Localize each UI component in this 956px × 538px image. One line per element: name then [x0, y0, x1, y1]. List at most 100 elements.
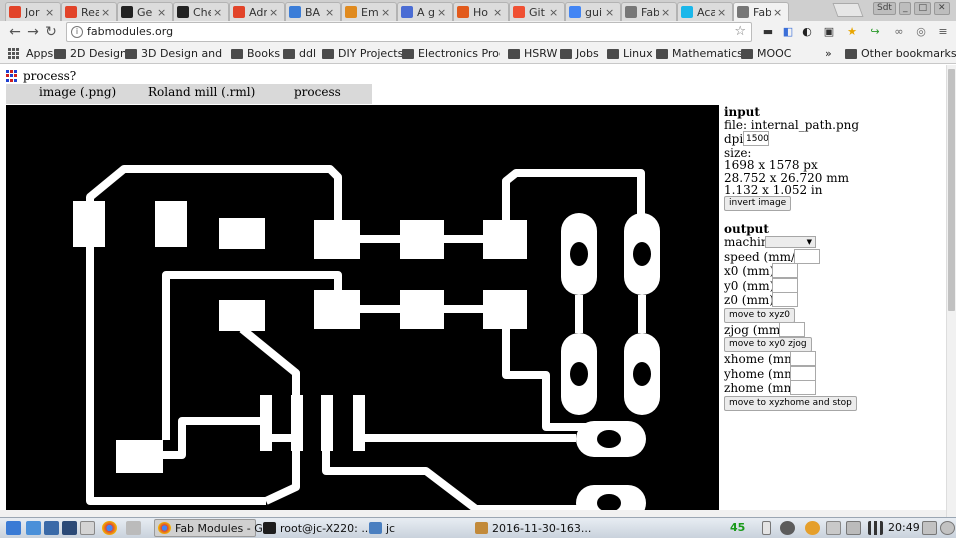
tab-close-icon[interactable]: × — [45, 6, 54, 19]
wifi-signal-icon[interactable] — [868, 521, 883, 535]
close-window-icon[interactable]: ✕ — [933, 2, 950, 15]
power-icon[interactable] — [846, 521, 861, 535]
browser-tab[interactable]: Ho × — [453, 2, 509, 21]
bookmark-folder[interactable]: MOOC — [741, 46, 792, 61]
zhome-input[interactable] — [790, 380, 816, 395]
menu-image-png[interactable]: image (.png) — [39, 85, 116, 99]
bookmark-folder[interactable]: DIY Projects — [322, 46, 403, 61]
extension-square-icon[interactable]: ▣ — [822, 25, 836, 39]
task-folder[interactable]: jc — [366, 519, 468, 537]
z0-input[interactable] — [772, 292, 798, 307]
network-manager-icon[interactable] — [780, 521, 795, 535]
bookmark-folder[interactable]: 3D Design and 3C — [125, 46, 223, 61]
menu-icon[interactable]: ≡ — [936, 25, 950, 39]
move-to-xyz0-button[interactable]: move to xyz0 — [724, 308, 795, 323]
file-manager-icon[interactable] — [26, 521, 41, 535]
text-editor-icon[interactable] — [80, 521, 95, 535]
tab-close-icon[interactable]: × — [157, 6, 166, 19]
bookmark-star-icon[interactable]: ☆ — [734, 24, 746, 39]
move-to-xy0-zjog-button[interactable]: move to xy0 zjog — [724, 337, 812, 352]
page-title[interactable]: process? — [23, 69, 76, 83]
invert-image-button[interactable]: invert image — [724, 196, 792, 211]
tab-close-icon[interactable]: × — [605, 6, 614, 19]
address-bar[interactable]: i fabmodules.org ☆ — [66, 22, 752, 42]
back-icon[interactable]: ← — [6, 23, 24, 41]
minimize-icon[interactable]: _ — [898, 2, 912, 15]
tab-close-icon[interactable]: × — [661, 6, 670, 19]
bookmark-folder[interactable]: HSRW — [508, 46, 557, 61]
zjog-input[interactable] — [779, 322, 805, 337]
extension-hat-icon[interactable]: ▬ — [761, 25, 775, 39]
bookmark-folder[interactable]: 2D Design — [54, 46, 127, 61]
tab-close-icon[interactable]: × — [269, 6, 278, 19]
task-terminal[interactable]: root@jc-X220: ... — [260, 519, 372, 537]
forward-icon[interactable]: → — [24, 23, 42, 41]
x0-input[interactable] — [772, 263, 798, 278]
browser-tab[interactable]: Rea × — [61, 2, 117, 21]
globe-extension-icon[interactable]: ◎ — [914, 25, 928, 39]
files-icon[interactable] — [44, 521, 59, 535]
terminal-launcher-icon[interactable] — [62, 521, 77, 535]
speed-input[interactable] — [794, 249, 820, 264]
bookmark-folder[interactable]: Linux — [607, 46, 653, 61]
update-icon[interactable] — [805, 521, 820, 535]
browser-tab[interactable]: BA × — [285, 2, 341, 21]
link-extension-icon[interactable]: ∞ — [892, 25, 906, 39]
star-extension-icon[interactable]: ★ — [845, 25, 859, 39]
menu-roland-mill[interactable]: Roland mill (.rml) — [148, 85, 255, 99]
browser-tab[interactable]: Fab × — [733, 2, 789, 21]
tab-close-icon[interactable]: × — [325, 6, 334, 19]
browser-tab[interactable]: Fab × — [621, 2, 677, 21]
y0-input[interactable] — [772, 278, 798, 293]
bookmark-other[interactable]: Other bookmarks — [845, 46, 956, 61]
url-text[interactable]: fabmodules.org — [87, 25, 173, 38]
monitor-icon[interactable] — [826, 521, 841, 535]
dpi-input[interactable] — [743, 131, 769, 146]
task-image[interactable]: 2016-11-30-163... — [472, 519, 591, 537]
translate-icon[interactable]: ◧ — [781, 25, 795, 39]
browser-tab[interactable]: Git × — [509, 2, 565, 21]
clock[interactable]: 20:49 — [888, 521, 920, 534]
new-tab-button[interactable] — [832, 3, 864, 17]
bookmark-apps[interactable]: Apps — [8, 46, 53, 61]
browser-tab[interactable]: Jor × — [5, 2, 61, 21]
menu-process[interactable]: process — [294, 85, 341, 99]
scrollbar-thumb[interactable] — [948, 69, 955, 311]
bookmark-folder[interactable]: Jobs — [560, 46, 599, 61]
pcb-image-canvas[interactable] — [6, 105, 719, 517]
tab-close-icon[interactable]: × — [381, 6, 390, 19]
bookmark-folder[interactable]: Books — [231, 46, 280, 61]
arrow-extension-icon[interactable]: ↪ — [868, 25, 882, 39]
reload-icon[interactable]: ↻ — [42, 23, 60, 41]
start-menu-icon[interactable] — [6, 521, 21, 535]
xhome-input[interactable] — [790, 351, 816, 366]
bookmark-folder[interactable]: Electronics Prod — [402, 46, 500, 61]
tab-close-icon[interactable]: × — [549, 6, 558, 19]
dark-mode-icon[interactable]: ◐ — [800, 25, 814, 39]
profile-label[interactable]: Sdt — [873, 2, 896, 15]
app-launcher-icon[interactable] — [126, 521, 141, 535]
volume-icon[interactable] — [922, 521, 937, 535]
tab-close-icon[interactable]: × — [493, 6, 502, 19]
tab-close-icon[interactable]: × — [101, 6, 110, 19]
shutdown-icon[interactable] — [940, 521, 955, 535]
maximize-icon[interactable]: □ — [914, 2, 931, 15]
move-to-xyzhome-button[interactable]: move to xyzhome and stop — [724, 396, 857, 411]
site-info-icon[interactable]: i — [71, 26, 83, 38]
tab-close-icon[interactable]: × — [717, 6, 726, 19]
vertical-scrollbar[interactable] — [946, 65, 956, 517]
task-chrome[interactable]: Fab Modules - G... — [154, 519, 273, 537]
browser-tab[interactable]: Che× — [173, 2, 229, 21]
bookmark-folder[interactable]: ddl — [283, 46, 316, 61]
tab-close-icon[interactable]: × — [437, 6, 446, 19]
tab-close-icon[interactable]: × — [213, 6, 222, 19]
machine-select[interactable]: ▼ — [765, 236, 816, 248]
browser-tab[interactable]: gui × — [565, 2, 621, 21]
clipboard-icon[interactable] — [762, 521, 771, 535]
bookmark-folder[interactable]: Mathematics — [656, 46, 743, 61]
bookmarks-overflow[interactable]: » — [825, 46, 832, 61]
horizontal-scrollbar[interactable] — [0, 510, 946, 517]
browser-tab[interactable]: Em × — [341, 2, 397, 21]
yhome-input[interactable] — [790, 366, 816, 381]
tab-close-icon[interactable]: × — [773, 6, 782, 19]
